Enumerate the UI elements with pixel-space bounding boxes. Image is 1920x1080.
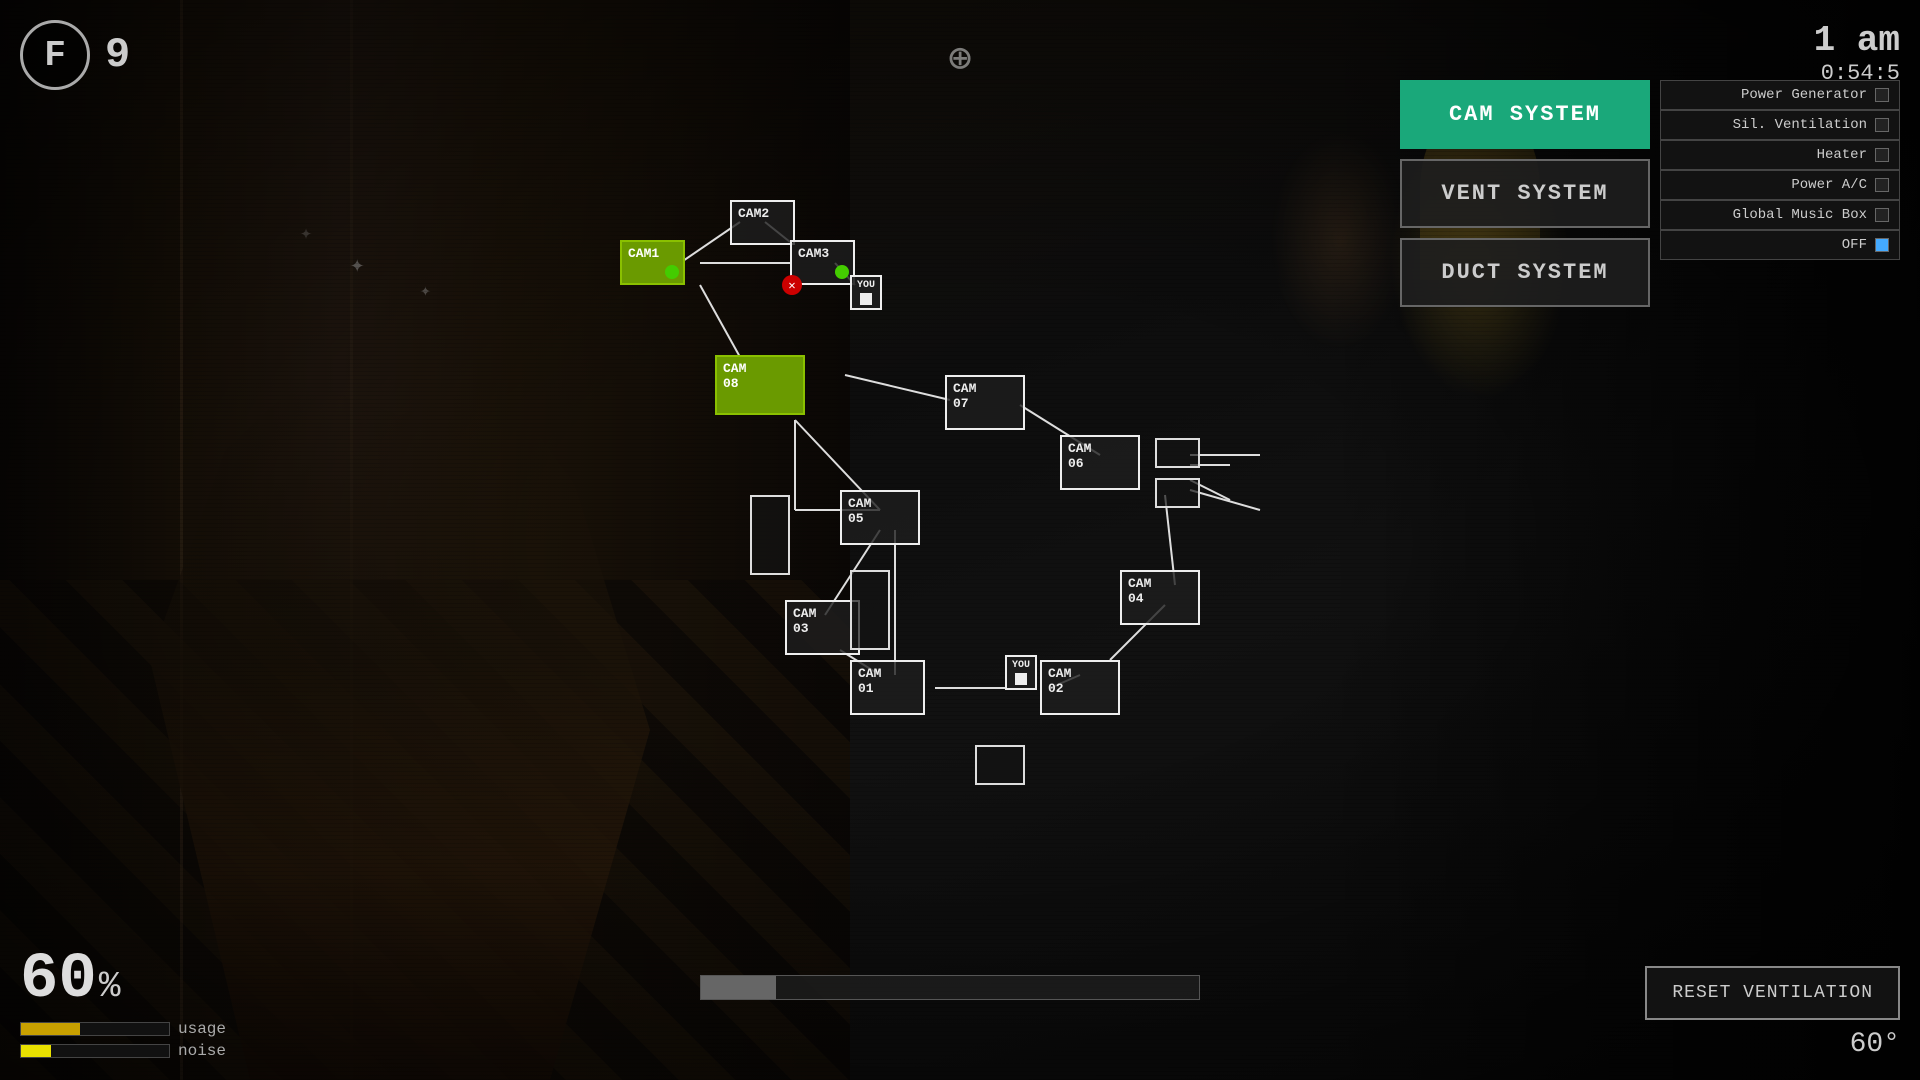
time-display-area: 1 am 0:54:5 <box>1814 20 1900 86</box>
noise-bar-track <box>20 1044 170 1058</box>
cam-node-04[interactable]: CAM04 <box>1120 570 1200 625</box>
bottom-noise-bar <box>700 975 1200 1000</box>
toggle-power-generator[interactable]: Power Generator <box>1660 80 1900 110</box>
camera-map: CAM2 CAM1 CAM3 ✕ YOU CAM08 CAM07 CAM06 C… <box>620 200 1320 800</box>
heater-indicator <box>1875 148 1889 162</box>
cam3-active-dot <box>835 265 849 279</box>
cam-side-box-2 <box>1155 478 1200 508</box>
toggle-label: Sil. Ventilation <box>1733 117 1867 133</box>
toggle-label: Heater <box>1817 147 1867 163</box>
cam-node-05[interactable]: CAM05 <box>840 490 920 545</box>
you-marker-top: YOU <box>850 275 882 310</box>
cam-node-08[interactable]: CAM08 <box>715 355 805 415</box>
you-marker-bottom: YOU <box>1005 655 1037 690</box>
camera-connections <box>620 200 1320 800</box>
noise-bar-fill <box>21 1045 51 1057</box>
reset-ventilation-button[interactable]: RESET VENTILATION <box>1645 966 1900 1020</box>
toggle-label: Power A/C <box>1791 177 1867 193</box>
toggle-label: Power Generator <box>1741 87 1867 103</box>
power-ac-indicator <box>1875 178 1889 192</box>
global-music-box-indicator <box>1875 208 1889 222</box>
noise-level-fill <box>701 976 776 999</box>
freddy-badge: F <box>20 20 90 90</box>
noise-bar-container: noise <box>20 1042 226 1060</box>
cam-node-06[interactable]: CAM06 <box>1060 435 1140 490</box>
cam-side-box-1 <box>1155 438 1200 468</box>
top-left-hud: F 9 <box>20 20 130 90</box>
temperature-display: 60° <box>1850 1029 1900 1060</box>
crosshair: ⊕ <box>948 35 972 84</box>
vent-system-button[interactable]: VENT SYSTEM <box>1400 159 1650 228</box>
cam-alert-x: ✕ <box>782 275 802 295</box>
time-display: 1 am <box>1814 20 1900 61</box>
right-panel: Power Generator Sil. Ventilation Heater … <box>1660 80 1900 260</box>
toggle-global-music-box[interactable]: Global Music Box <box>1660 200 1900 230</box>
cam-system-button[interactable]: CAM SYSTEM <box>1400 80 1650 149</box>
toggle-label: OFF <box>1842 237 1867 253</box>
cam-node-2[interactable]: CAM2 <box>730 200 795 245</box>
cam-connector-box <box>750 495 790 575</box>
usage-bar-track <box>20 1022 170 1036</box>
usage-bar-fill <box>21 1023 80 1035</box>
toggle-off[interactable]: OFF <box>1660 230 1900 260</box>
usage-label: usage <box>178 1020 226 1038</box>
cam-vert-connector <box>850 570 890 650</box>
cam-node-02[interactable]: CAM02 <box>1040 660 1120 715</box>
system-buttons: CAM SYSTEM VENT SYSTEM DUCT SYSTEM <box>1400 80 1650 307</box>
power-percentage: 60 <box>20 944 97 1016</box>
duct-system-button[interactable]: DUCT SYSTEM <box>1400 238 1650 307</box>
off-indicator <box>1875 238 1889 252</box>
cam-node-1[interactable]: CAM1 <box>620 240 685 285</box>
bottom-stats: 60 % usage noise <box>20 944 226 1060</box>
cam-node-07[interactable]: CAM07 <box>945 375 1025 430</box>
toggle-heater[interactable]: Heater <box>1660 140 1900 170</box>
cam-horiz-box <box>975 745 1025 785</box>
cam1-active-dot <box>665 265 679 279</box>
percent-symbol: % <box>99 966 121 1007</box>
cam-node-03[interactable]: CAM03 <box>785 600 860 655</box>
power-generator-indicator <box>1875 88 1889 102</box>
noise-label: noise <box>178 1042 226 1060</box>
toggle-power-ac[interactable]: Power A/C <box>1660 170 1900 200</box>
toggle-label: Global Music Box <box>1733 207 1867 223</box>
usage-bar-container: usage <box>20 1020 226 1038</box>
temperature-value: 60° <box>1850 1029 1900 1060</box>
toggle-sil-ventilation[interactable]: Sil. Ventilation <box>1660 110 1900 140</box>
sil-ventilation-indicator <box>1875 118 1889 132</box>
night-counter: 9 <box>105 31 130 79</box>
cam-node-01[interactable]: CAM01 <box>850 660 925 715</box>
